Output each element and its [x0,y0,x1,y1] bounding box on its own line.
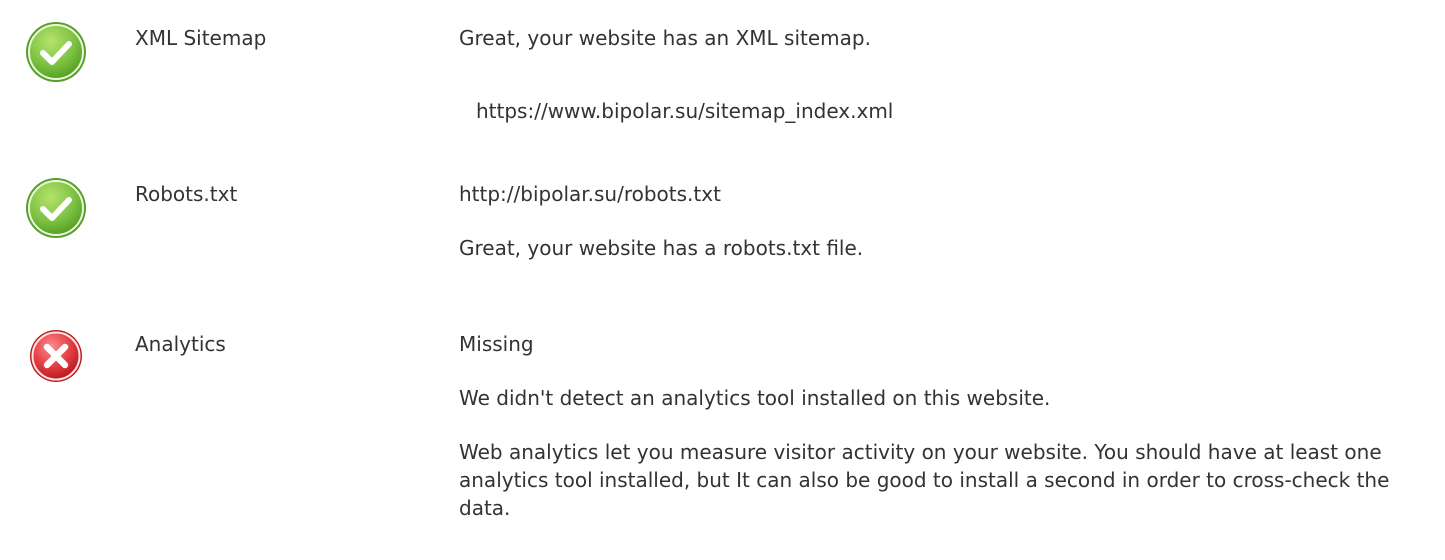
result-value: Missing [459,332,534,356]
result-detail: Web analytics let you measure visitor ac… [459,440,1390,520]
result-message: We didn't detect an analytics tool insta… [459,386,1051,410]
check-name: Robots.txt [135,182,238,206]
check-result: Great, your website has an XML sitemap. … [442,4,1442,154]
check-result: http://bipolar.su/robots.txt Great, your… [442,160,1442,304]
result-message: Great, your website has a robots.txt fil… [459,236,864,260]
status-cell [0,310,112,560]
sitemap-url-box: https://www.bipolar.su/sitemap_index.xml [459,80,1394,142]
check-name: Analytics [135,332,226,356]
robots-url: http://bipolar.su/robots.txt [459,182,721,206]
results-table: XML Sitemap Great, your website has an X… [0,0,1445,560]
result-message: Great, your website has an XML sitemap. [459,26,871,50]
check-name: XML Sitemap [135,26,267,50]
check-circle-icon [26,22,86,82]
check-circle-icon [26,178,86,238]
error-circle-icon [30,330,82,382]
status-cell [0,160,112,304]
status-cell [0,4,112,154]
check-result: Missing We didn't detect an analytics to… [442,310,1442,560]
